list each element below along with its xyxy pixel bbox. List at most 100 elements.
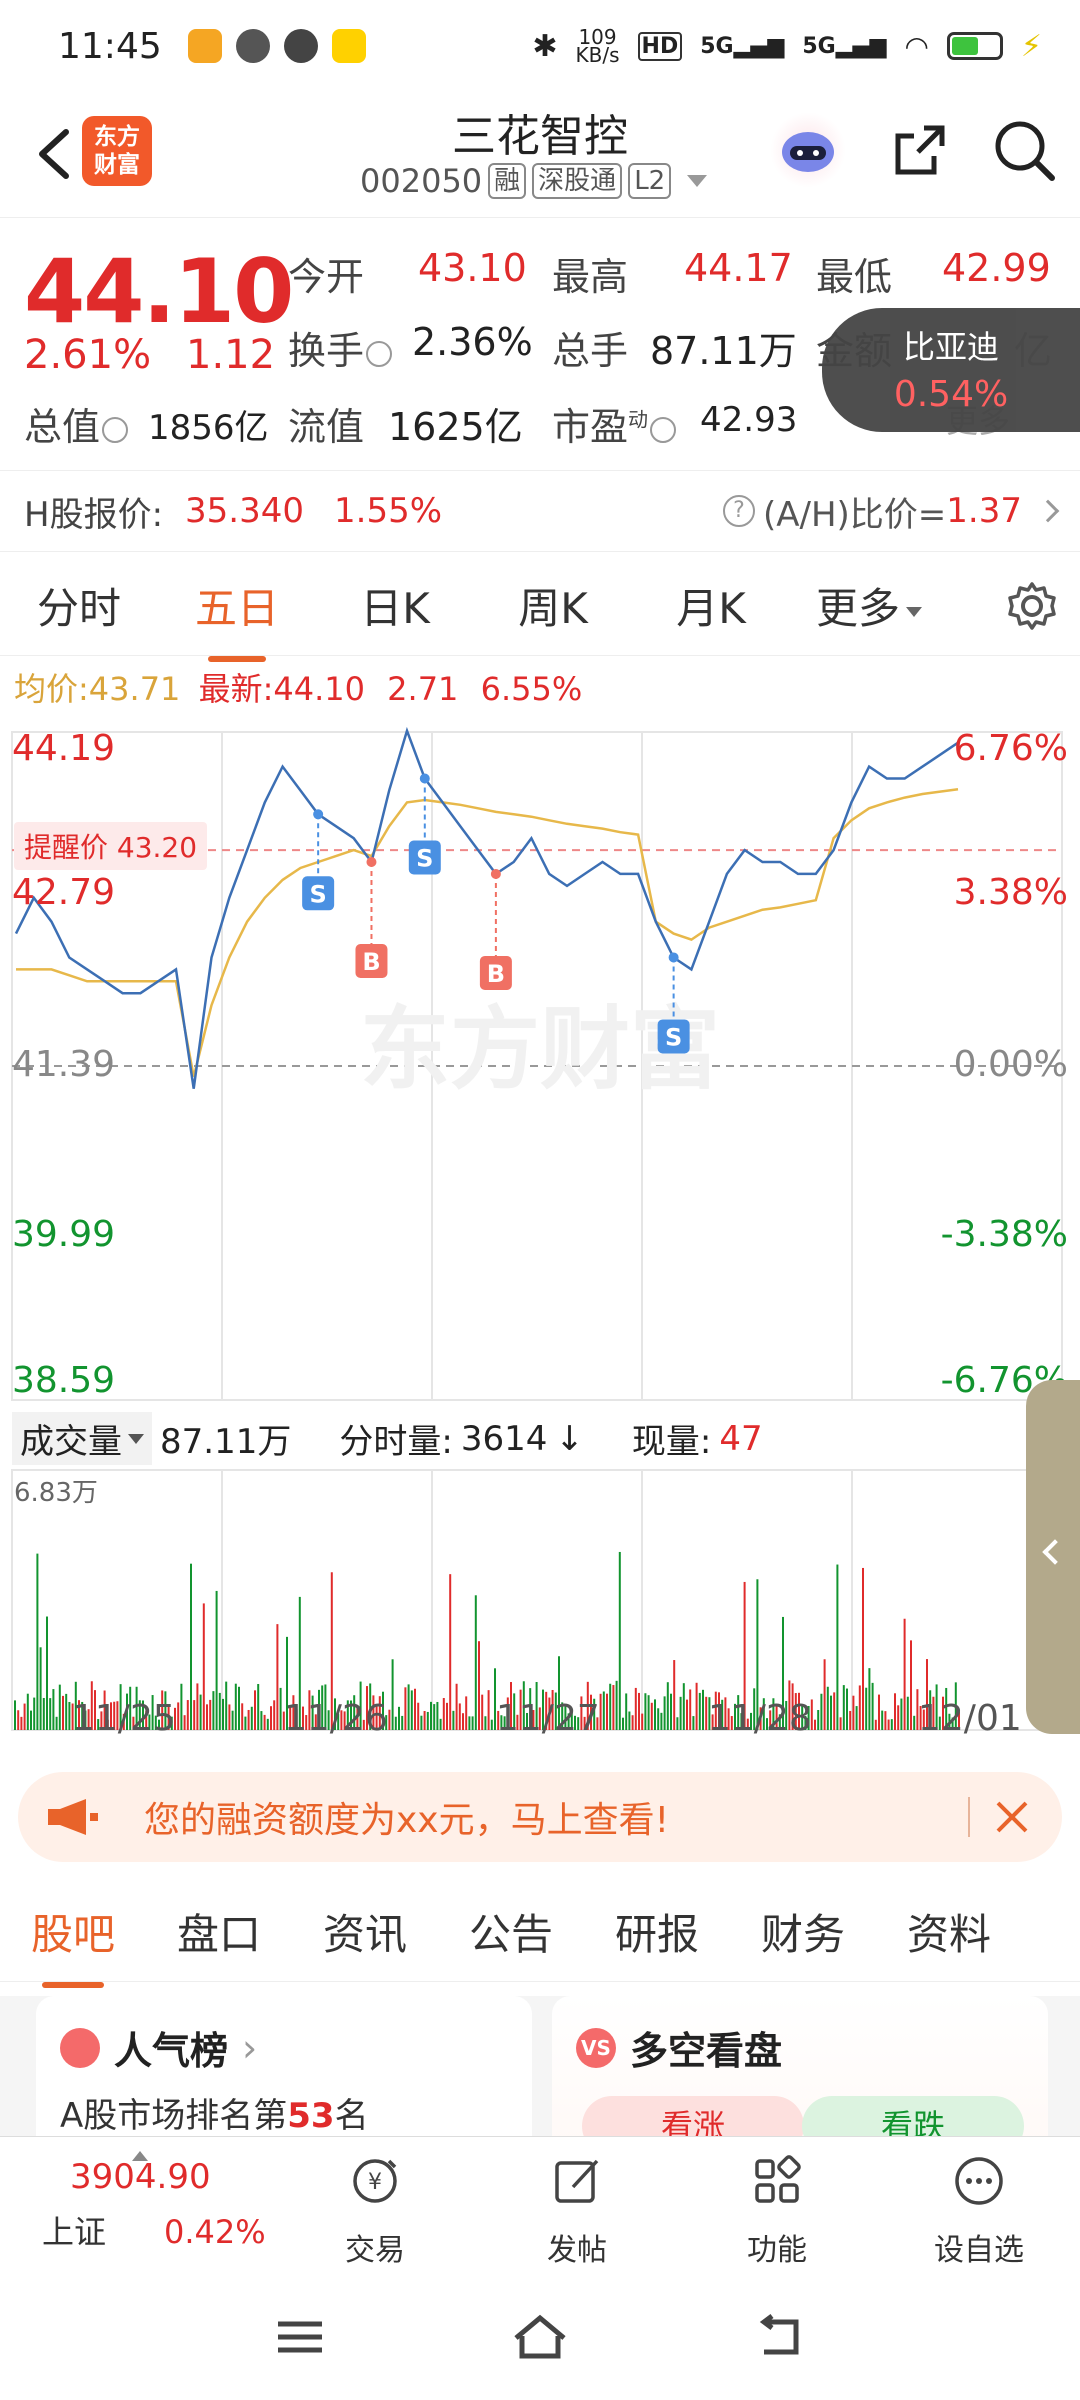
volume-label: 总手 — [552, 329, 629, 373]
last-label: 最新: — [198, 670, 274, 708]
rank-value: 53 — [287, 2096, 335, 2136]
vote-down-button[interactable]: 看跌 — [802, 2096, 1024, 2136]
tab-day-k[interactable]: 日K — [316, 575, 474, 636]
chevron-left-icon — [1042, 1539, 1068, 1565]
tick-volume-label: 分时量: — [339, 1422, 453, 1462]
low-value: 42.99 — [942, 246, 1051, 290]
tab-financials[interactable]: 财务 — [730, 1901, 876, 1962]
caret-down-icon — [906, 606, 922, 617]
pe-sup: 动 — [628, 407, 649, 432]
info-icon[interactable] — [650, 416, 677, 443]
trade-marker-label: B — [487, 960, 505, 988]
meituan-app-icon — [331, 29, 366, 63]
low-label: 最低 — [816, 255, 893, 299]
search-icon[interactable] — [988, 114, 1060, 186]
ah-ratio-label: (A/H)比价= — [762, 494, 947, 535]
last-price: 44.10 — [24, 240, 294, 343]
bluetooth-icon: ✱ — [532, 28, 558, 64]
back-nav-icon[interactable] — [750, 2312, 810, 2362]
tab-week-k[interactable]: 周K — [474, 575, 632, 636]
nav-post[interactable]: 发帖 — [512, 2151, 642, 2269]
help-icon[interactable]: ? — [722, 495, 755, 527]
tab-more-label: 更多 — [815, 584, 900, 633]
high-value: 44.17 — [684, 246, 793, 290]
trade-marker-label: S — [310, 880, 327, 908]
avg-price-row: 均价:43.71 最新:44.10 2.71 6.55% — [14, 664, 582, 710]
rank-suffix: 名 — [334, 2096, 369, 2136]
vs-icon: VS — [576, 2027, 616, 2068]
popularity-rank: A股市场排名第53名 — [60, 2088, 369, 2136]
info-icon[interactable] — [366, 340, 393, 367]
last-value: 44.10 — [273, 670, 365, 708]
tab-guba[interactable]: 股吧 — [0, 1901, 146, 1988]
side-panel-handle[interactable] — [1026, 1380, 1080, 1734]
index-quote[interactable]: 3904.90 上证 0.42% — [42, 2151, 266, 2253]
nav-trade[interactable]: ¥ 交易 — [310, 2151, 440, 2269]
trade-marker-label: B — [362, 948, 380, 976]
y-left-tick: 41.39 — [12, 1044, 116, 1085]
tab-month-k[interactable]: 月K — [632, 575, 790, 636]
pe-label-text: 市盈 — [552, 405, 629, 449]
gear-icon[interactable] — [1004, 578, 1060, 634]
turnover-label-text: 换手 — [288, 329, 365, 373]
message-icon — [235, 29, 270, 63]
status-right: ✱ 109 KB/s HD 5G▂▄▆ 5G▂▄▆ ◠ ⚡ — [532, 27, 1042, 65]
tab-announcements[interactable]: 公告 — [438, 1901, 584, 1962]
h-share-pct: 1.55% — [334, 491, 443, 531]
close-icon[interactable] — [990, 1795, 1034, 1839]
promo-banner[interactable]: 您的融资额度为xx元，马上查看! — [18, 1772, 1062, 1862]
connect-tag: 深股通 — [532, 163, 623, 199]
tab-more[interactable]: 更多 — [790, 575, 948, 636]
video-app-icon — [187, 29, 222, 63]
wifi-icon: ◠ — [904, 29, 929, 63]
nav-functions[interactable]: 功能 — [712, 2151, 842, 2269]
info-icon[interactable] — [102, 416, 129, 443]
date-tick: 11/25 — [72, 1698, 176, 1739]
tab-intraday[interactable]: 分时 — [0, 575, 158, 636]
date-tick: 12/01 — [918, 1698, 1022, 1739]
five-day-chart[interactable]: 东方财富 S B S B S 44.19 42.79 41.39 39.99 38.59 … — [0, 720, 1080, 1760]
vote-up-button[interactable]: 看涨 — [582, 2096, 804, 2136]
nav-functions-label: 功能 — [747, 2233, 807, 2268]
share-icon[interactable] — [884, 114, 956, 186]
stock-code: 002050 — [360, 162, 483, 200]
stock-code-row[interactable]: 002050 融 深股通 L2 — [360, 162, 708, 200]
tab-news[interactable]: 资讯 — [292, 1901, 438, 1962]
tab-orderbook[interactable]: 盘口 — [146, 1901, 292, 1962]
popularity-card[interactable]: 人气榜 › A股市场排名第53名 — [36, 1996, 532, 2136]
volume-value: 87.11万 — [650, 329, 797, 373]
home-icon[interactable] — [510, 2312, 570, 2362]
bull-bear-title-text: 多空看盘 — [630, 2029, 783, 2073]
date-tick: 11/27 — [496, 1698, 600, 1739]
robot-assistant-icon[interactable] — [770, 112, 846, 188]
ah-ratio: ? (A/H)比价= 1.37 — [722, 487, 1060, 536]
battery-icon — [946, 32, 1003, 60]
caret-down-icon — [128, 1433, 144, 1444]
h-share-price: 35.340 — [185, 491, 304, 531]
bull-bear-card[interactable]: VS 多空看盘 看涨 看跌 — [552, 1996, 1048, 2136]
nav-add-watchlist[interactable]: 设自选 — [914, 2151, 1044, 2269]
tab-research[interactable]: 研报 — [584, 1901, 730, 1962]
promo-text: 您的融资额度为xx元，马上查看! — [144, 1800, 670, 1841]
volume-selector[interactable]: 成交量 — [12, 1412, 152, 1465]
current-volume-value: 47 — [719, 1418, 763, 1459]
bottom-nav: 3904.90 上证 0.42% ¥ 交易 发帖 功能 设自选 — [0, 2136, 1080, 2272]
chevron-down-icon — [687, 175, 708, 187]
mktcap-label-text: 总值 — [24, 405, 101, 449]
tab-profile[interactable]: 资料 — [876, 1901, 1022, 1962]
y-right-tick: 3.38% — [953, 872, 1068, 913]
menu-icon[interactable] — [270, 2312, 330, 2362]
related-stock-badge[interactable]: 比亚迪 0.54% — [822, 308, 1080, 432]
more-dots-icon — [955, 2157, 1003, 2205]
l2-tag: L2 — [628, 163, 672, 199]
alert-price-label[interactable]: 提醒价 43.20 — [14, 822, 208, 870]
h-share-label: H股报价: — [24, 494, 164, 535]
status-bar: 11:45 ✱ 109 KB/s HD 5G▂▄▆ 5G▂▄▆ ◠ ⚡ — [0, 0, 1080, 92]
h-share-row[interactable]: H股报价: 35.340 1.55% ? (A/H)比价= 1.37 — [0, 470, 1080, 552]
avg-label: 均价: — [14, 670, 89, 708]
tab-five-day[interactable]: 五日 — [158, 575, 316, 662]
rank-prefix: A股市场排名第 — [60, 2096, 288, 2136]
stock-header: 东方 财富 三花智控 002050 融 深股通 L2 — [0, 92, 1080, 218]
trade-marker-label: S — [665, 1023, 682, 1051]
charging-icon: ⚡ — [1020, 28, 1042, 64]
